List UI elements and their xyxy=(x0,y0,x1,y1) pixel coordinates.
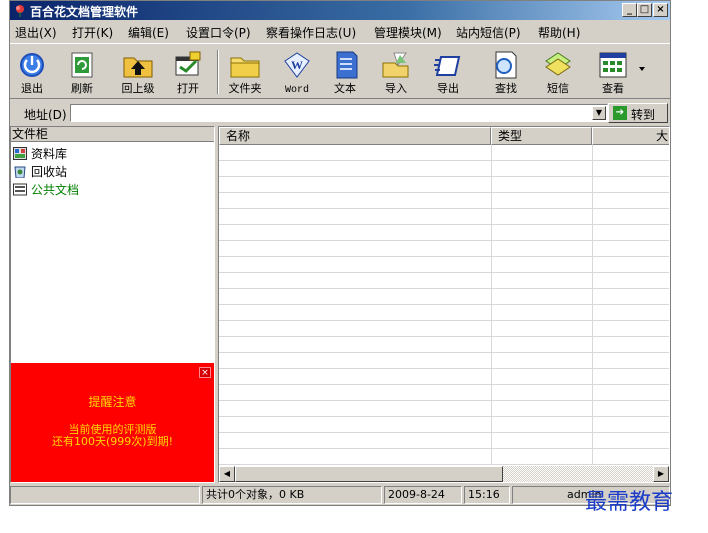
menu-exit[interactable]: 退出(X) xyxy=(15,24,57,41)
sms-label: 短信 xyxy=(547,82,569,95)
search-icon xyxy=(495,51,517,79)
column-divider xyxy=(592,145,593,465)
scroll-right-icon[interactable]: ▶ xyxy=(653,466,669,482)
menu-messages[interactable]: 站内短信(P) xyxy=(456,24,521,41)
tree-label-recycle-bin: 回收站 xyxy=(31,165,68,179)
scroll-thumb[interactable] xyxy=(235,466,503,482)
export-button[interactable]: 导出 xyxy=(428,46,468,98)
column-header-type[interactable]: 类型 xyxy=(491,127,592,145)
menu-modules[interactable]: 管理模块(M) xyxy=(374,24,442,41)
notice-close-icon[interactable]: × xyxy=(199,367,211,378)
menu-bar: 退出(X) 打开(K) 编辑(E) 设置口令(P) 察看操作日志(U) 管理模块… xyxy=(10,21,670,41)
arrow-right-icon: ➔ xyxy=(613,106,627,120)
text-button[interactable]: 文本 xyxy=(325,46,365,98)
tree-label-library: 资料库 xyxy=(31,147,68,161)
status-panel-left xyxy=(10,486,200,504)
text-label: 文本 xyxy=(334,82,356,95)
power-icon xyxy=(20,53,44,77)
up-level-label: 回上级 xyxy=(121,82,155,95)
goto-button[interactable]: ➔ 转到 xyxy=(608,103,668,123)
cabinet-icon xyxy=(13,183,27,196)
menu-set-password[interactable]: 设置口令(P) xyxy=(186,24,251,41)
menu-view-log[interactable]: 察看操作日志(U) xyxy=(266,24,356,41)
file-cabinet-pane: 文件柜 资料库 回收站 公共文档 × 提醒注意 当前使用的评测版 还有100天(… xyxy=(10,126,215,483)
window-title: 百合花文档管理软件 xyxy=(30,5,139,19)
notice-title: 提醒注意 xyxy=(88,395,137,409)
scroll-track[interactable] xyxy=(503,466,653,482)
folder-label: 文件夹 xyxy=(228,82,262,95)
exit-button[interactable]: 退出 xyxy=(12,46,52,98)
file-cabinet-header: 文件柜 xyxy=(11,127,214,142)
menu-help[interactable]: 帮助(H) xyxy=(538,24,580,41)
status-time: 15:16 xyxy=(464,486,510,504)
import-label: 导入 xyxy=(385,82,407,95)
refresh-label: 刷新 xyxy=(71,82,93,95)
horizontal-scrollbar[interactable]: ◀ ▶ xyxy=(219,466,669,482)
app-window: 百合花文档管理软件 _ □ × 退出(X) 打开(K) 编辑(E) 设置口令(P… xyxy=(9,0,671,506)
menu-open[interactable]: 打开(K) xyxy=(72,24,113,41)
goto-label: 转到 xyxy=(631,108,656,122)
export-icon xyxy=(434,56,461,76)
address-dropdown-icon[interactable]: ▼ xyxy=(592,106,606,120)
status-date: 2009-8-24 xyxy=(384,486,462,504)
trial-notice-panel: × 提醒注意 当前使用的评测版 还有100天(999次)到期! xyxy=(11,363,214,482)
toolbar-separator xyxy=(217,50,219,94)
title-bar: 百合花文档管理软件 _ □ × xyxy=(10,1,670,20)
search-button[interactable]: 查找 xyxy=(486,46,526,98)
view-grid-icon xyxy=(599,52,627,78)
column-header-name[interactable]: 名称 xyxy=(219,127,491,145)
open-icon xyxy=(175,51,201,76)
folder-up-icon xyxy=(123,57,153,78)
watermark-text: 最需教育 xyxy=(585,490,674,515)
up-level-button[interactable]: 回上级 xyxy=(115,46,161,98)
view-dropdown-chevron-icon[interactable] xyxy=(638,66,646,72)
message-icon xyxy=(545,52,571,76)
view-button[interactable]: 查看 xyxy=(590,46,636,98)
text-document-icon xyxy=(336,51,358,79)
status-summary: 共计0个对象，0 KB xyxy=(202,486,382,504)
recycle-bin-icon xyxy=(14,166,26,178)
view-label: 查看 xyxy=(602,82,624,95)
import-icon xyxy=(382,52,409,78)
tree-item-public-docs[interactable]: 公共文档 xyxy=(13,181,79,197)
status-bar: 共计0个对象，0 KB 2009-8-24 15:16 admin xyxy=(10,485,670,505)
maximize-button[interactable]: □ xyxy=(637,3,652,17)
scroll-left-icon[interactable]: ◀ xyxy=(219,466,235,482)
word-icon-letter: W xyxy=(291,58,303,72)
address-bar: 地址(D) ▼ ➔ 转到 xyxy=(10,101,670,125)
open-label: 打开 xyxy=(177,82,199,95)
tree-item-recycle-bin[interactable]: 回收站 xyxy=(13,163,67,179)
close-button[interactable]: × xyxy=(653,3,668,17)
notice-line2: 还有100天(999次)到期! xyxy=(52,435,173,448)
folder-button[interactable]: 文件夹 xyxy=(222,46,268,98)
tree-label-public-docs: 公共文档 xyxy=(31,183,80,197)
word-label: Word xyxy=(284,85,309,96)
column-header-size[interactable]: 大 xyxy=(592,127,669,145)
refresh-icon xyxy=(71,52,93,78)
toolbar: 退出 刷新 回上级 打开 文件夹 W Word 文本 导入 导出 查找 短信 查… xyxy=(10,43,670,99)
library-icon xyxy=(13,147,27,160)
address-input[interactable]: ▼ xyxy=(70,104,608,122)
folder-icon xyxy=(230,57,260,78)
file-list-grid[interactable] xyxy=(219,145,669,465)
export-label: 导出 xyxy=(437,82,459,95)
search-label: 查找 xyxy=(495,82,517,95)
flower-logo-icon xyxy=(16,5,24,17)
word-document-icon: W xyxy=(284,52,310,78)
refresh-button[interactable]: 刷新 xyxy=(62,46,102,98)
import-button[interactable]: 导入 xyxy=(376,46,416,98)
menu-edit[interactable]: 编辑(E) xyxy=(128,24,169,41)
word-button[interactable]: W Word xyxy=(277,46,317,98)
tree-item-library[interactable]: 资料库 xyxy=(13,145,67,161)
column-divider xyxy=(491,145,492,465)
minimize-button[interactable]: _ xyxy=(622,3,637,17)
open-button[interactable]: 打开 xyxy=(168,46,208,98)
address-label: 地址(D) xyxy=(24,108,67,122)
sms-button[interactable]: 短信 xyxy=(537,46,579,98)
file-list-pane: 名称 类型 大 ◀ ▶ xyxy=(218,126,670,483)
exit-label: 退出 xyxy=(21,82,43,95)
